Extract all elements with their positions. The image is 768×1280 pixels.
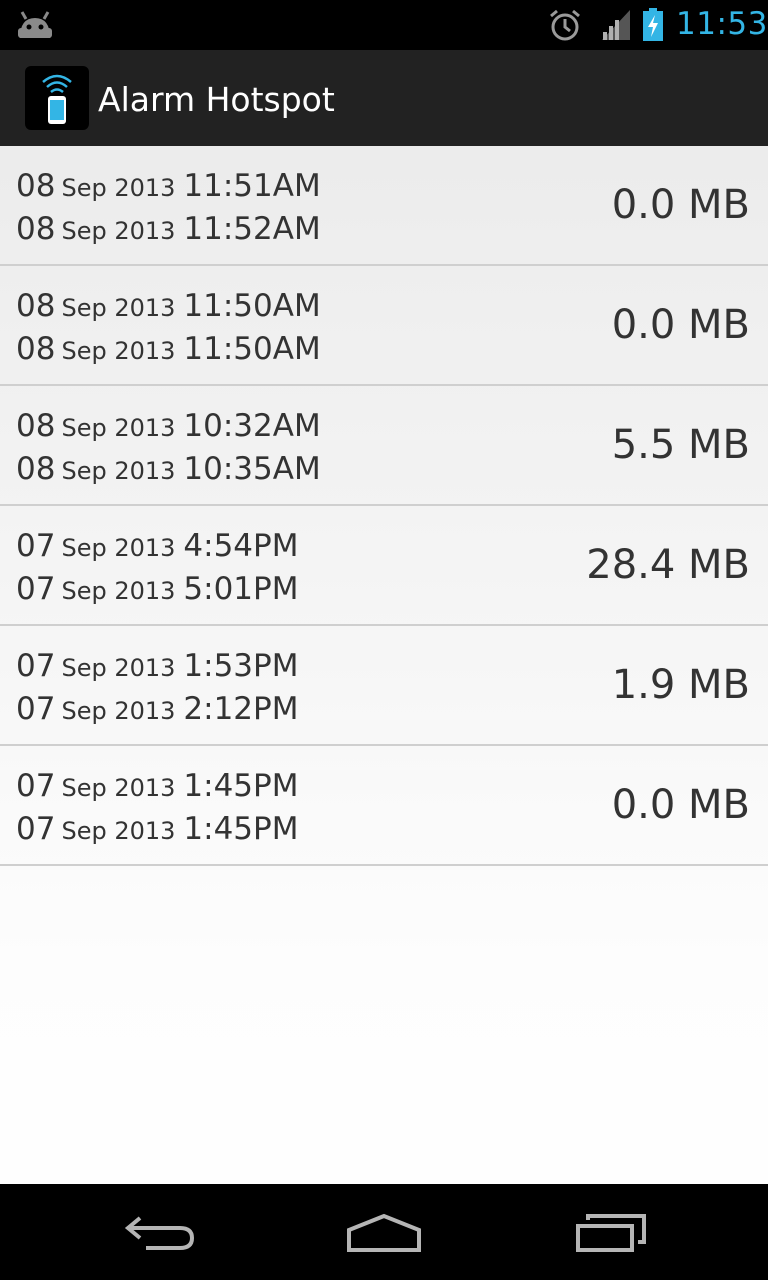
status-bar: 11:53 <box>0 0 768 50</box>
list-item[interactable]: 07 Sep 2013 1:53PM 07 Sep 2013 2:12PM 1.9 MB <box>0 626 768 746</box>
end-month-year: Sep 2013 <box>61 577 176 605</box>
end-month-year: Sep 2013 <box>61 337 176 365</box>
start-day: 07 <box>16 768 56 804</box>
list-item[interactable]: 08 Sep 2013 11:50AM 08 Sep 2013 11:50AM 0.0 … <box>0 266 768 386</box>
end-time: 1:45PM <box>183 811 299 847</box>
start-month-year: Sep 2013 <box>61 534 176 562</box>
session-end: 07 Sep 2013 2:12PM <box>16 691 298 727</box>
session-end: 07 Sep 2013 5:01PM <box>16 571 298 607</box>
list-item[interactable]: 07 Sep 2013 1:45PM 07 Sep 2013 1:45PM 0.0 MB <box>0 746 768 866</box>
list-item[interactable]: 08 Sep 2013 11:51AM 08 Sep 2013 11:52AM 0.0 … <box>0 146 768 266</box>
list-item[interactable]: 07 Sep 2013 4:54PM 07 Sep 2013 5:01PM 28.4 M… <box>0 506 768 626</box>
end-day: 08 <box>16 331 56 367</box>
start-time: 11:51AM <box>183 168 321 204</box>
end-month-year: Sep 2013 <box>61 457 176 485</box>
start-day: 07 <box>16 528 56 564</box>
end-month-year: Sep 2013 <box>61 817 176 845</box>
end-day: 07 <box>16 571 56 607</box>
data-usage: 0.0 MB <box>611 782 750 828</box>
start-month-year: Sep 2013 <box>61 294 176 322</box>
start-day: 08 <box>16 288 56 324</box>
session-end: 08 Sep 2013 10:35AM <box>16 451 321 487</box>
start-day: 08 <box>16 168 56 204</box>
session-start: 07 Sep 2013 1:53PM <box>16 648 298 684</box>
battery-charging-icon <box>641 8 665 46</box>
action-bar: Alarm Hotspot <box>0 50 768 146</box>
start-day: 08 <box>16 408 56 444</box>
data-usage: 1.9 MB <box>611 662 750 708</box>
start-time: 11:50AM <box>183 288 321 324</box>
end-time: 5:01PM <box>183 571 299 607</box>
end-month-year: Sep 2013 <box>61 217 176 245</box>
home-icon[interactable] <box>334 1202 434 1262</box>
list-item[interactable]: 08 Sep 2013 10:32AM 08 Sep 2013 10:35AM 5.5 … <box>0 386 768 506</box>
end-day: 07 <box>16 691 56 727</box>
session-list: 08 Sep 2013 11:51AM 08 Sep 2013 11:52AM 0.0 … <box>0 146 768 866</box>
end-time: 11:52AM <box>183 211 321 247</box>
session-start: 08 Sep 2013 11:50AM <box>16 288 321 324</box>
end-day: 08 <box>16 211 56 247</box>
recent-apps-icon[interactable] <box>560 1202 660 1262</box>
start-time: 10:32AM <box>183 408 321 444</box>
alarm-clock-icon <box>548 8 582 46</box>
data-usage: 28.4 MB <box>586 542 750 588</box>
end-day: 07 <box>16 811 56 847</box>
end-time: 11:50AM <box>183 331 321 367</box>
data-usage: 0.0 MB <box>611 302 750 348</box>
end-day: 08 <box>16 451 56 487</box>
android-icon <box>16 10 54 44</box>
end-month-year: Sep 2013 <box>61 697 176 725</box>
start-time: 1:53PM <box>183 648 299 684</box>
session-start: 08 Sep 2013 10:32AM <box>16 408 321 444</box>
back-icon[interactable] <box>110 1202 210 1262</box>
start-time: 4:54PM <box>183 528 299 564</box>
start-month-year: Sep 2013 <box>61 654 176 682</box>
session-start: 07 Sep 2013 1:45PM <box>16 768 298 804</box>
start-time: 1:45PM <box>183 768 299 804</box>
session-end: 08 Sep 2013 11:52AM <box>16 211 321 247</box>
data-usage: 5.5 MB <box>611 422 750 468</box>
start-day: 07 <box>16 648 56 684</box>
end-time: 2:12PM <box>183 691 299 727</box>
hotspot-phone-icon[interactable] <box>25 66 89 130</box>
start-month-year: Sep 2013 <box>61 414 176 442</box>
signal-icon <box>600 8 632 46</box>
session-end: 08 Sep 2013 11:50AM <box>16 331 321 367</box>
navigation-bar <box>0 1184 768 1280</box>
status-time: 11:53 <box>676 6 768 42</box>
session-end: 07 Sep 2013 1:45PM <box>16 811 298 847</box>
start-month-year: Sep 2013 <box>61 174 176 202</box>
session-start: 08 Sep 2013 11:51AM <box>16 168 321 204</box>
start-month-year: Sep 2013 <box>61 774 176 802</box>
end-time: 10:35AM <box>183 451 321 487</box>
data-usage: 0.0 MB <box>611 182 750 228</box>
session-start: 07 Sep 2013 4:54PM <box>16 528 298 564</box>
app-title: Alarm Hotspot <box>98 80 335 119</box>
